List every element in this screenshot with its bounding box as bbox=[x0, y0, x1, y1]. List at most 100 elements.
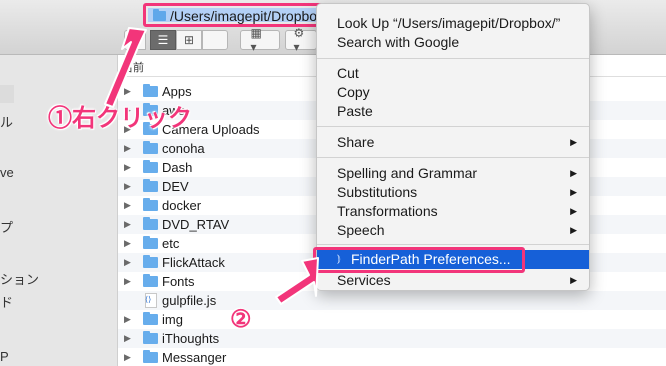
folder-icon bbox=[143, 160, 158, 173]
item-name: img bbox=[162, 312, 183, 327]
item-name: gulpfile.js bbox=[162, 293, 217, 308]
item-name: conoha bbox=[162, 141, 205, 156]
sidebar-item-4[interactable]: ション bbox=[0, 269, 39, 288]
disclosure-triangle-icon[interactable]: ▶ bbox=[124, 352, 131, 363]
disclosure-triangle-icon[interactable]: ▶ bbox=[124, 257, 131, 268]
disclosure-triangle-icon[interactable]: ▶ bbox=[124, 314, 131, 325]
list-item[interactable]: ▶ Messanger bbox=[118, 348, 666, 366]
menu-item-copy[interactable]: Copy bbox=[317, 83, 589, 102]
menu-item-label: Substitutions bbox=[337, 184, 418, 200]
menu-item-cut[interactable]: Cut bbox=[317, 64, 589, 83]
sidebar-item-2[interactable]: ve bbox=[0, 165, 14, 180]
folder-icon bbox=[143, 331, 158, 344]
item-name: Messanger bbox=[162, 350, 227, 365]
menu-separator bbox=[317, 157, 589, 158]
folder-icon bbox=[143, 274, 158, 287]
item-name: Dash bbox=[162, 160, 193, 175]
path-text: /Users/imagepit/Dropbox bbox=[170, 8, 325, 24]
highlight-frame bbox=[313, 247, 525, 273]
menu-item-spelling-grammar[interactable]: Spelling and Grammar ▶ bbox=[317, 164, 589, 183]
icon-view-button[interactable] bbox=[124, 30, 146, 50]
sidebar-item-1[interactable]: ル bbox=[0, 112, 13, 131]
item-name: FlickAttack bbox=[162, 255, 225, 270]
disclosure-triangle-icon[interactable]: ▶ bbox=[124, 219, 131, 230]
annotation-step-1: ①右クリック bbox=[48, 105, 192, 132]
list-item[interactable]: gulpfile.js bbox=[118, 291, 666, 310]
folder-icon bbox=[143, 84, 158, 97]
disclosure-triangle-icon[interactable]: ▶ bbox=[124, 238, 131, 249]
menu-separator bbox=[317, 58, 589, 59]
list-view-button[interactable]: ☰ bbox=[150, 30, 176, 50]
path-selection: /Users/imagepit/Dropbox bbox=[148, 8, 326, 24]
disclosure-triangle-icon[interactable]: ▶ bbox=[124, 181, 131, 192]
disclosure-triangle-icon[interactable]: ▶ bbox=[124, 333, 131, 344]
folder-icon bbox=[143, 179, 158, 192]
menu-item-label: Paste bbox=[337, 103, 373, 119]
submenu-arrow-icon: ▶ bbox=[570, 168, 577, 178]
item-name: iThoughts bbox=[162, 331, 220, 346]
menu-item-label: Search with Google bbox=[337, 34, 460, 50]
sidebar: ル ve プ ション ド P bbox=[0, 55, 118, 366]
name-column-label: 名前 bbox=[122, 62, 144, 74]
path-bar[interactable]: /Users/imagepit/Dropbox bbox=[143, 3, 331, 27]
folder-icon bbox=[143, 350, 158, 363]
action-button[interactable]: ⚙ ▾ bbox=[285, 26, 317, 54]
menu-item-look-up[interactable]: Look Up “/Users/imagepit/Dropbox/” bbox=[317, 14, 589, 33]
submenu-arrow-icon: ▶ bbox=[570, 137, 577, 147]
submenu-arrow-icon: ▶ bbox=[570, 275, 577, 285]
sidebar-item-5[interactable]: ド bbox=[0, 292, 13, 311]
submenu-arrow-icon: ▶ bbox=[570, 206, 577, 216]
menu-item-label: Share bbox=[337, 134, 375, 150]
item-name: DEV bbox=[162, 179, 189, 194]
disclosure-triangle-icon[interactable]: ▶ bbox=[124, 162, 131, 173]
menu-item-transformations[interactable]: Transformations ▶ bbox=[317, 202, 589, 221]
folder-icon bbox=[143, 217, 158, 230]
disclosure-triangle-icon[interactable]: ▶ bbox=[124, 200, 131, 211]
arrange-button[interactable]: ▦ ▾ bbox=[240, 26, 280, 54]
disclosure-triangle-icon[interactable]: ▶ bbox=[124, 86, 131, 97]
disclosure-triangle-icon[interactable]: ▶ bbox=[124, 143, 131, 154]
list-item[interactable]: ▶ iThoughts bbox=[118, 329, 666, 348]
list-view-icon: ☰ bbox=[157, 33, 169, 47]
submenu-arrow-icon: ▶ bbox=[570, 225, 577, 235]
menu-separator bbox=[317, 126, 589, 127]
folder-icon bbox=[143, 312, 158, 325]
column-view-icon: ⊞ bbox=[183, 33, 195, 47]
menu-item-search-google[interactable]: Search with Google bbox=[317, 33, 589, 52]
menu-item-paste[interactable]: Paste bbox=[317, 102, 589, 121]
list-item[interactable]: ▶ img bbox=[118, 310, 666, 329]
folder-icon bbox=[143, 198, 158, 211]
folder-icon bbox=[143, 255, 158, 268]
gear-icon: ⚙ ▾ bbox=[293, 26, 305, 54]
menu-item-speech[interactable]: Speech ▶ bbox=[317, 221, 589, 240]
arrange-icon: ▦ ▾ bbox=[250, 26, 262, 54]
sidebar-selected-item[interactable] bbox=[0, 85, 14, 103]
menu-item-share[interactable]: Share ▶ bbox=[317, 133, 589, 152]
item-name: Fonts bbox=[162, 274, 195, 289]
annotation-step-2: ② bbox=[230, 306, 252, 333]
menu-item-services[interactable]: Services ▶ bbox=[317, 271, 589, 290]
menu-item-substitutions[interactable]: Substitutions ▶ bbox=[317, 183, 589, 202]
js-file-icon bbox=[145, 293, 157, 308]
menu-item-label: Spelling and Grammar bbox=[337, 165, 478, 181]
folder-icon bbox=[153, 9, 166, 21]
column-view-button[interactable]: ⊞ bbox=[176, 30, 202, 50]
menu-item-label: Services bbox=[337, 272, 391, 288]
folder-icon bbox=[143, 141, 158, 154]
item-name: docker bbox=[162, 198, 202, 213]
menu-item-label: Cut bbox=[337, 65, 359, 81]
menu-item-label: Copy bbox=[337, 84, 370, 100]
item-name: etc bbox=[162, 236, 180, 251]
cover-flow-button[interactable] bbox=[202, 30, 228, 50]
folder-icon bbox=[143, 236, 158, 249]
menu-item-label: Look Up “/Users/imagepit/Dropbox/” bbox=[337, 15, 561, 31]
sidebar-item-6[interactable]: P bbox=[0, 349, 9, 364]
disclosure-triangle-icon[interactable]: ▶ bbox=[124, 276, 131, 287]
menu-item-label: Transformations bbox=[337, 203, 438, 219]
submenu-arrow-icon: ▶ bbox=[570, 187, 577, 197]
item-name: Apps bbox=[162, 84, 192, 99]
menu-item-label: Speech bbox=[337, 222, 385, 238]
item-name: DVD_RTAV bbox=[162, 217, 230, 232]
menu-separator bbox=[317, 244, 589, 245]
sidebar-item-3[interactable]: プ bbox=[0, 217, 13, 236]
